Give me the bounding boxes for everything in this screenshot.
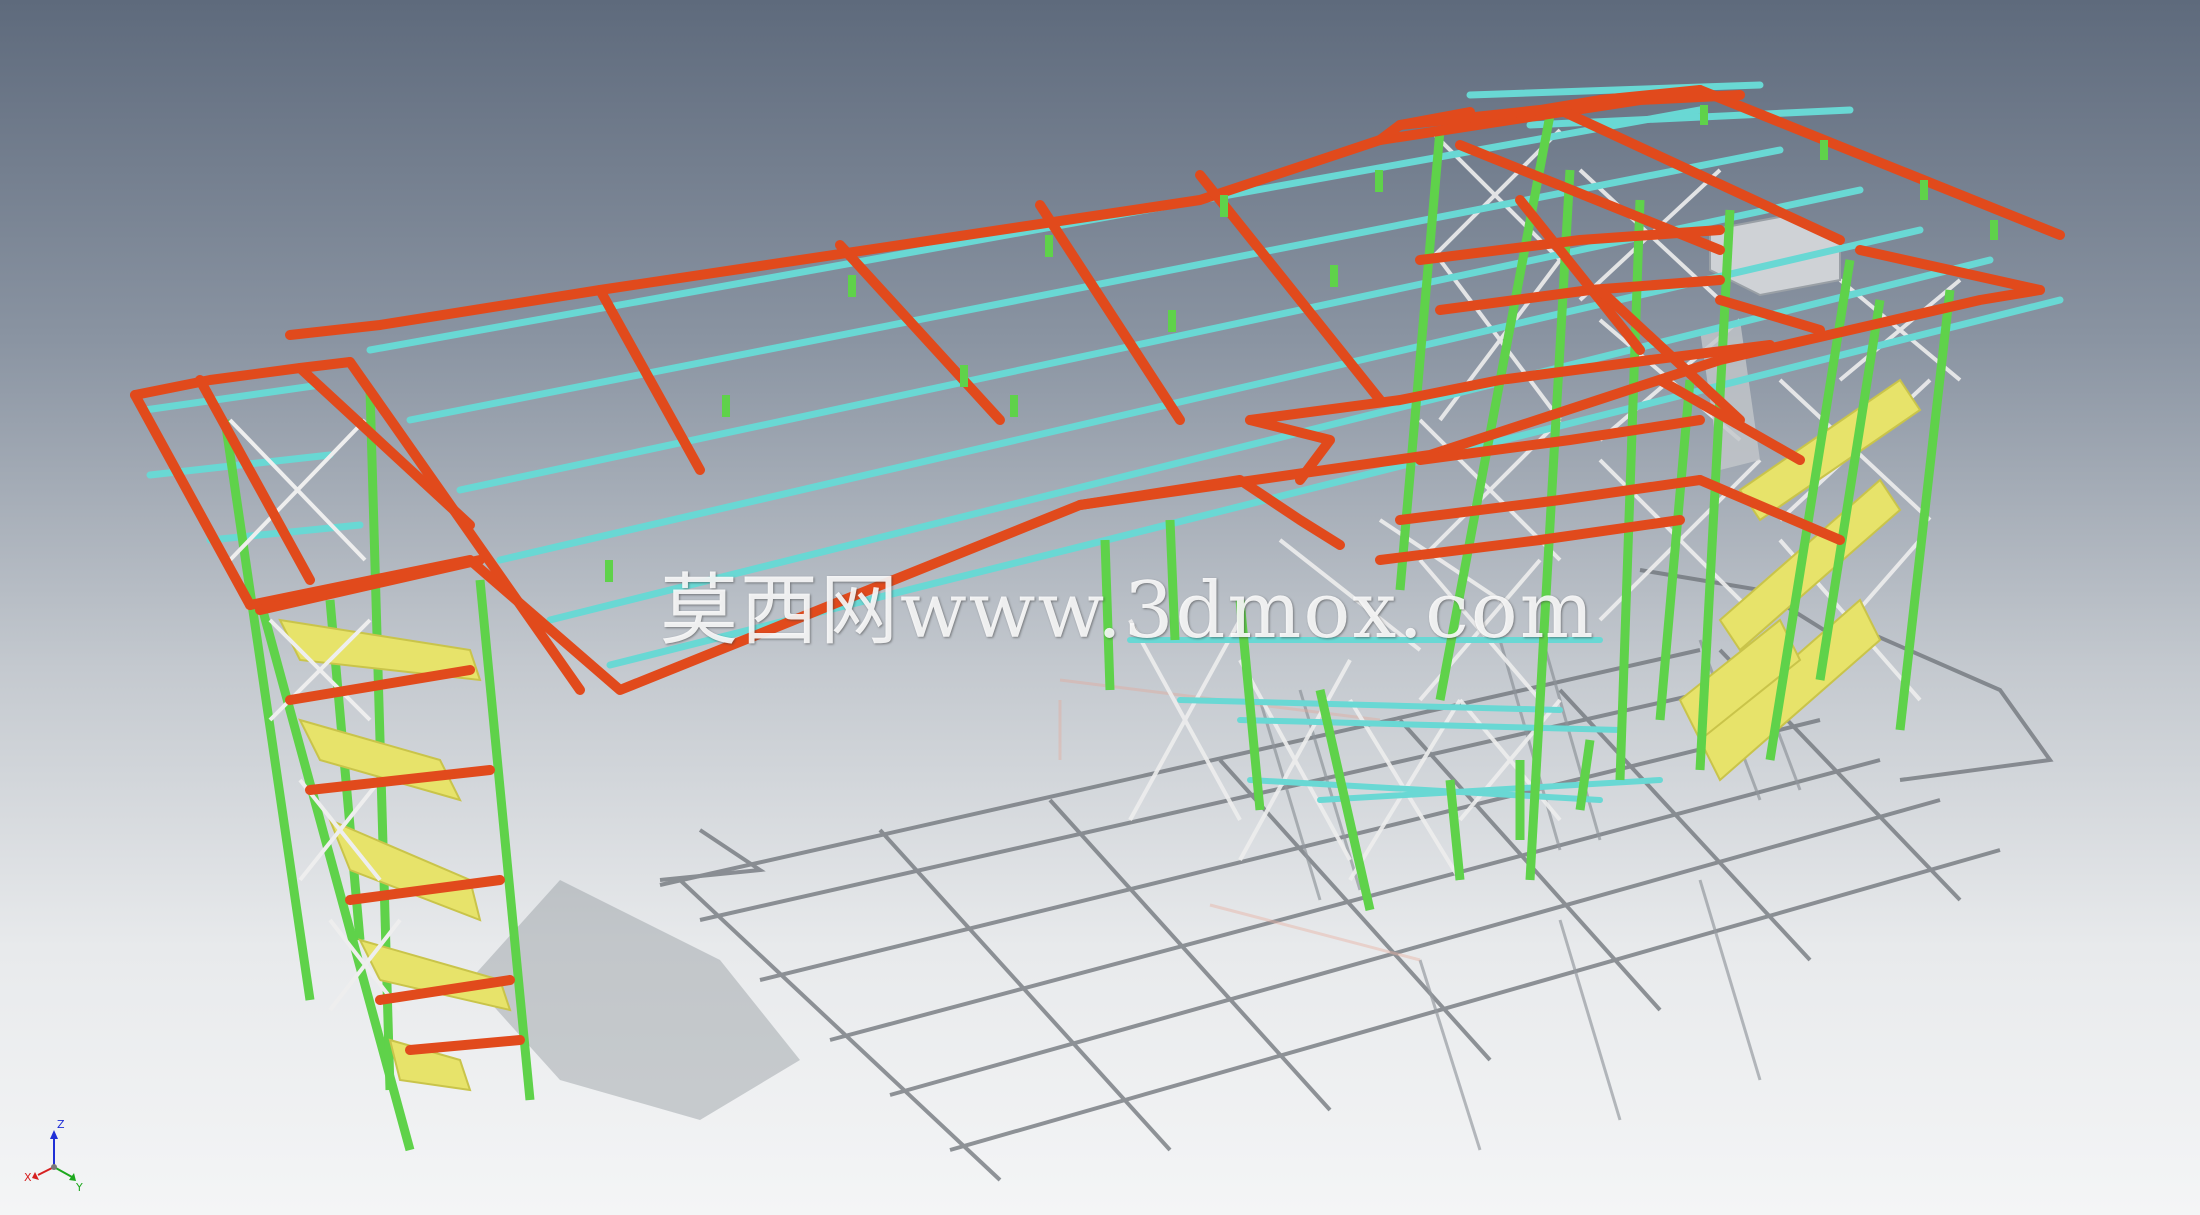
z-axis-arrow-icon bbox=[50, 1130, 58, 1139]
z-axis-label: Z bbox=[57, 1118, 65, 1131]
axis-triad[interactable]: Z X Y bbox=[8, 1115, 88, 1195]
x-axis-arrow-icon bbox=[32, 1172, 39, 1180]
y-axis-label: Y bbox=[75, 1181, 83, 1194]
3d-viewport[interactable]: 莫西网www.3dmox.com Z X Y bbox=[0, 0, 2200, 1215]
left-stair-flights bbox=[278, 618, 512, 1092]
x-axis-label: X bbox=[24, 1171, 32, 1184]
watermark: 莫西网www.3dmox.com bbox=[660, 566, 1596, 656]
triad-origin bbox=[51, 1164, 57, 1170]
y-axis-line bbox=[53, 1166, 73, 1178]
